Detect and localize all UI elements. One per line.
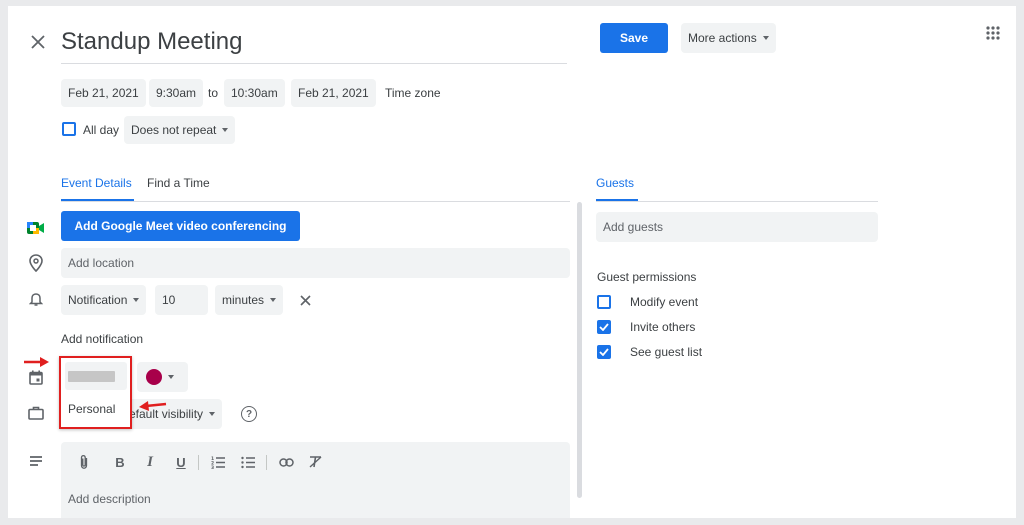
tab-guests-label: Guests: [596, 176, 635, 190]
to-label: to: [208, 86, 219, 100]
guest-permissions-title: Guest permissions: [597, 270, 697, 284]
event-color-dropdown[interactable]: [137, 362, 188, 392]
start-date-button[interactable]: Feb 21, 2021: [61, 79, 146, 107]
end-date-label: Feb 21, 2021: [298, 86, 369, 100]
invite-others-label: Invite others: [630, 320, 696, 334]
location-input[interactable]: Add location: [61, 248, 570, 278]
add-google-meet-label: Add Google Meet video conferencing: [74, 219, 287, 233]
modify-event-label: Modify event: [630, 295, 699, 309]
close-icon[interactable]: [28, 32, 48, 52]
start-time-button[interactable]: 9:30am: [149, 79, 204, 107]
calendar-menu-name-redacted: [68, 371, 115, 382]
calendar-option-personal[interactable]: Personal: [61, 398, 130, 420]
start-date-label: Feb 21, 2021: [68, 86, 139, 100]
add-guests-placeholder: Add guests: [603, 220, 664, 234]
all-day-checkbox[interactable]: [62, 122, 76, 136]
toolbar-divider: [198, 455, 199, 470]
description-placeholder: Add description: [68, 492, 151, 506]
chevron-down-icon: [270, 298, 277, 302]
briefcase-icon: [27, 404, 45, 422]
invite-others-checkbox[interactable]: [597, 320, 611, 334]
notification-type-label: Notification: [68, 293, 128, 307]
all-day-label: All day: [83, 123, 120, 137]
bold-icon[interactable]: B: [112, 454, 128, 470]
start-time-label: 9:30am: [156, 86, 197, 100]
calendar-menu-selected-redacted: [65, 362, 127, 390]
end-time-label: 10:30am: [231, 86, 278, 100]
event-color-swatch: [146, 369, 162, 385]
chevron-down-icon: [168, 375, 174, 379]
numbered-list-icon[interactable]: 123: [210, 454, 226, 470]
notification-unit-dropdown[interactable]: minutes: [215, 285, 284, 315]
tabs-divider: [61, 201, 570, 202]
calendar-option-personal-label: Personal: [68, 402, 116, 416]
calendar-icon: [27, 368, 45, 386]
tab-event-details-label: Event Details: [61, 176, 132, 190]
tab-guests[interactable]: Guests: [596, 174, 638, 201]
google-meet-icon: [27, 219, 45, 237]
italic-icon[interactable]: I: [142, 454, 158, 470]
location-pin-icon: [27, 254, 45, 272]
link-icon[interactable]: [278, 454, 294, 470]
details-scrollbar[interactable]: [577, 202, 582, 498]
tab-event-details[interactable]: Event Details: [61, 174, 134, 201]
event-title-input[interactable]: Standup Meeting: [61, 28, 567, 64]
help-icon[interactable]: ?: [241, 406, 257, 422]
notification-value-input[interactable]: 10: [155, 285, 208, 315]
svg-text:3: 3: [211, 465, 214, 469]
underline-icon[interactable]: U: [173, 454, 189, 470]
add-guests-input[interactable]: Add guests: [596, 212, 878, 242]
add-notification-button[interactable]: Add notification: [61, 330, 143, 348]
chevron-down-icon: [209, 412, 216, 416]
more-actions-button[interactable]: More actions: [681, 23, 776, 53]
more-actions-label: More actions: [688, 31, 757, 45]
end-date-button[interactable]: Feb 21, 2021: [291, 79, 376, 107]
time-zone-button[interactable]: Time zone: [378, 79, 448, 107]
bulleted-list-icon[interactable]: [240, 454, 256, 470]
tab-find-a-time-label: Find a Time: [147, 176, 210, 190]
check-icon: [599, 348, 609, 356]
time-zone-label: Time zone: [385, 86, 441, 100]
toolbar-divider: [266, 455, 267, 470]
see-guest-list-checkbox[interactable]: [597, 345, 611, 359]
clear-format-icon[interactable]: [307, 454, 323, 470]
check-icon: [599, 323, 609, 331]
repeat-dropdown[interactable]: Does not repeat: [124, 116, 236, 144]
see-guest-list-label: See guest list: [630, 345, 703, 359]
annotation-arrow-icon: [136, 398, 170, 414]
description-icon: [27, 452, 45, 470]
save-button-label: Save: [619, 31, 649, 45]
event-title-text: Standup Meeting: [61, 28, 243, 55]
bell-icon: [27, 290, 45, 308]
notification-type-dropdown[interactable]: Notification: [61, 285, 147, 315]
chevron-down-icon: [133, 298, 140, 302]
calendar-dropdown-menu: Personal: [59, 356, 132, 429]
notification-value: 10: [162, 293, 176, 307]
repeat-label: Does not repeat: [131, 123, 217, 137]
end-time-button[interactable]: 10:30am: [224, 79, 285, 107]
chevron-down-icon: [762, 36, 769, 40]
modify-event-checkbox[interactable]: [597, 295, 611, 309]
attachment-icon[interactable]: [76, 454, 92, 470]
tab-find-a-time[interactable]: Find a Time: [147, 174, 210, 201]
chevron-down-icon: [222, 128, 229, 132]
apps-grid-icon[interactable]: [986, 26, 1000, 40]
location-placeholder: Add location: [68, 256, 135, 270]
add-google-meet-button[interactable]: Add Google Meet video conferencing: [61, 211, 300, 241]
notification-unit-label: minutes: [222, 293, 265, 307]
save-button[interactable]: Save: [600, 23, 668, 53]
add-notification-label: Add notification: [61, 332, 144, 346]
event-editor-window: Standup Meeting Save More actions Feb 21…: [8, 6, 1016, 518]
remove-notification-icon[interactable]: [298, 293, 312, 307]
guests-tabs-divider: [596, 201, 878, 202]
annotation-arrow-icon: [22, 355, 52, 369]
